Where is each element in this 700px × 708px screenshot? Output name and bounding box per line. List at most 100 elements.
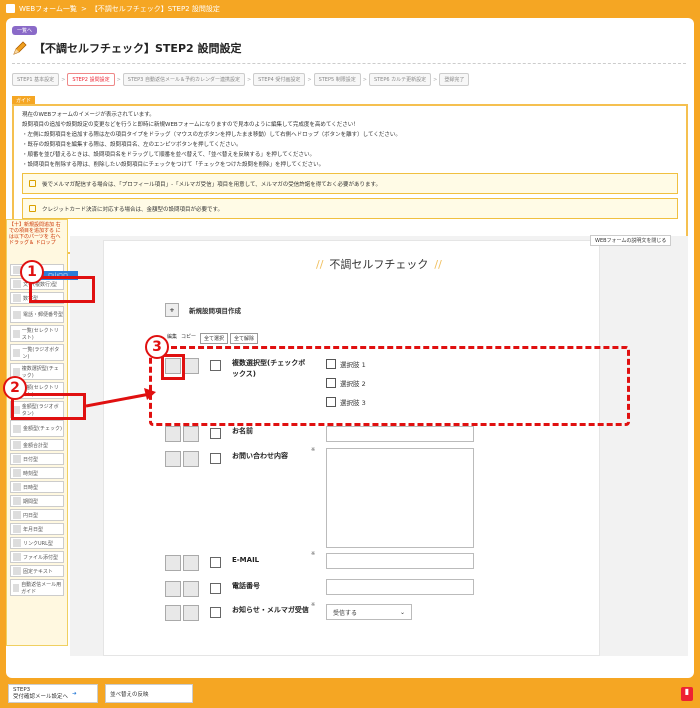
palette-item[interactable]: 年月日型 <box>10 523 64 535</box>
edit-pencil-button[interactable] <box>165 555 181 571</box>
palette-item-label: 複数選択型(チェック) <box>21 365 59 379</box>
palette-item[interactable]: 一覧(ラジオボタン) <box>10 344 64 361</box>
decor-slash: // <box>434 258 442 271</box>
palette-item-label: 年月日型 <box>23 526 44 533</box>
mailmag-select[interactable]: 受信する ⌄ <box>326 604 412 620</box>
field-type-icon <box>13 539 21 547</box>
title-divider <box>12 63 686 64</box>
palette-item[interactable]: 固定テキスト <box>10 565 64 577</box>
palette-item-label: ファイル添付型 <box>23 554 59 561</box>
pencil-icon <box>13 41 27 55</box>
field-type-icon <box>13 483 21 491</box>
copy-button[interactable] <box>183 605 199 621</box>
copy-button[interactable] <box>183 581 199 597</box>
highlight-edit-button <box>161 354 185 380</box>
field-type-icon <box>13 329 20 338</box>
palette-item[interactable]: 期間型 <box>10 495 64 507</box>
field-type-icon <box>13 567 21 575</box>
name-input[interactable] <box>326 426 474 442</box>
step-tab-7[interactable]: 登録完了 <box>439 73 470 86</box>
step-tab-4[interactable]: STEP4 受付画設定 <box>253 73 306 86</box>
trash-icon[interactable]: ▮ <box>681 687 693 701</box>
palette-item-label: 日時型 <box>23 484 39 491</box>
edit-pencil-button[interactable] <box>165 605 181 621</box>
callout-1: 1 <box>20 260 44 284</box>
palette-item-label: リンクURL型 <box>23 540 53 547</box>
field-type-icon <box>13 583 20 592</box>
step-separator: > <box>433 76 438 83</box>
step-tab-1[interactable]: STEP1 基本設定 <box>12 73 60 86</box>
palette-item-label: 電話・郵便番号型 <box>23 312 64 318</box>
next-step-label: STEP3 <box>13 686 31 693</box>
guide-note-mailmag: 後でメルマガ配信する場合は、「プロフィール項目」-「メルマガ受信」項目を用意して… <box>22 173 678 194</box>
delete-checkbox[interactable] <box>210 607 221 618</box>
edit-pencil-button[interactable] <box>165 451 181 467</box>
back-to-list-button[interactable]: 一覧へ <box>12 26 38 35</box>
palette-item[interactable]: 時刻型 <box>10 467 64 479</box>
delete-checkbox[interactable] <box>210 557 221 568</box>
decor-slash: // <box>316 258 324 271</box>
step-tab-6[interactable]: STEP6 カルテ更新設定 <box>368 73 432 86</box>
home-icon[interactable] <box>6 4 15 13</box>
step-tab-3[interactable]: STEP3 自動返信メール＆予約カレンダー連携設定 <box>122 73 245 86</box>
edit-pencil-button[interactable] <box>165 426 181 442</box>
email-input[interactable] <box>326 553 474 569</box>
palette-item-label: 一覧(ラジオボタン) <box>22 346 60 360</box>
question-row[interactable]: お名前 <box>165 426 312 442</box>
delete-checkbox[interactable] <box>210 453 221 464</box>
step-tab-5[interactable]: STEP5 制限設定 <box>313 73 361 86</box>
palette-item[interactable]: 円日型 <box>10 509 64 521</box>
field-type-icon <box>13 525 21 533</box>
field-type-icon <box>13 294 21 302</box>
breadcrumb-separator: > <box>80 4 87 13</box>
question-label: 電話番号 <box>232 582 260 590</box>
inquiry-textarea[interactable] <box>326 448 474 548</box>
breadcrumb-forms-link[interactable]: WEBフォーム一覧 <box>19 4 77 14</box>
delete-checkbox[interactable] <box>210 428 221 439</box>
step-tab-2[interactable]: STEP2 設問設定 <box>67 73 115 86</box>
palette-item[interactable]: 日時型 <box>10 481 64 493</box>
top-breadcrumb-bar: WEBフォーム一覧 > 【不調セルフチェック】STEP2 設問設定 <box>0 0 700 17</box>
phone-input[interactable] <box>326 579 474 595</box>
callout-2: 2 <box>3 376 27 400</box>
question-row[interactable]: お知らせ・メルマガ受信 <box>165 605 312 621</box>
close-description-button[interactable]: WEBフォームの説明文を閉じる <box>590 235 672 246</box>
palette-item[interactable]: 電話・郵便番号型 <box>10 306 64 323</box>
copy-button[interactable] <box>183 426 199 442</box>
palette-item[interactable]: 金額合計型 <box>10 439 64 451</box>
palette-item-label: 自動返信メール用ガイド <box>21 581 62 595</box>
guide-line: ・既存の設問項目を編集する際は、設問項目名、左のエンピツボタンを押してください。 <box>22 142 242 148</box>
required-mark: ※ <box>311 447 316 453</box>
apply-order-label: 並べ替えの反映 <box>110 691 149 698</box>
breadcrumb-current: 【不調セルフチェック】STEP2 設問設定 <box>90 4 220 13</box>
new-question-button[interactable]: + 新規設問項目作成 <box>165 303 241 317</box>
next-step-button[interactable]: STEP3 受付確認メール設定へ ➜ <box>8 684 98 703</box>
field-type-icon <box>13 511 21 519</box>
field-type-icon <box>13 424 21 433</box>
palette-item[interactable]: 自動返信メール用ガイド <box>10 579 64 596</box>
apply-order-button[interactable]: 並べ替えの反映 <box>105 684 193 703</box>
guide-line: ・左側に設問項目を追加する際は左の項目タイプをドラッグ（マウスの左ボタンを押した… <box>22 132 401 138</box>
palette-item-label: 一覧(セレクトリスト) <box>21 327 59 341</box>
question-row[interactable]: 電話番号 <box>165 581 312 597</box>
palette-item[interactable]: 日付型 <box>10 453 64 465</box>
info-icon <box>29 180 36 187</box>
guide-note-text: 後でメルマガ配信する場合は、「プロフィール項目」-「メルマガ受信」項目を用意して… <box>42 181 381 188</box>
copy-button[interactable] <box>183 451 199 467</box>
field-type-icon <box>13 348 21 357</box>
question-row[interactable]: お問い合わせ内容 <box>165 451 312 467</box>
palette-item[interactable]: 一覧(セレクトリスト) <box>10 325 64 342</box>
copy-button[interactable] <box>183 555 199 571</box>
question-label: E-MAIL <box>232 556 260 564</box>
palette-item[interactable]: リンクURL型 <box>10 537 64 549</box>
palette-item[interactable]: ファイル添付型 <box>10 551 64 563</box>
copy-column-label: コピー <box>181 334 197 340</box>
palette-item-label: 円日型 <box>23 512 39 519</box>
question-row[interactable]: E-MAIL <box>165 555 312 571</box>
field-type-icon <box>13 455 21 463</box>
palette-item[interactable]: 金額型(チェック) <box>10 420 64 437</box>
delete-checkbox[interactable] <box>210 583 221 594</box>
edit-pencil-button[interactable] <box>165 581 181 597</box>
deselect-all-button[interactable]: 全て解除 <box>230 333 259 344</box>
select-all-button[interactable]: 全て選択 <box>200 333 229 344</box>
